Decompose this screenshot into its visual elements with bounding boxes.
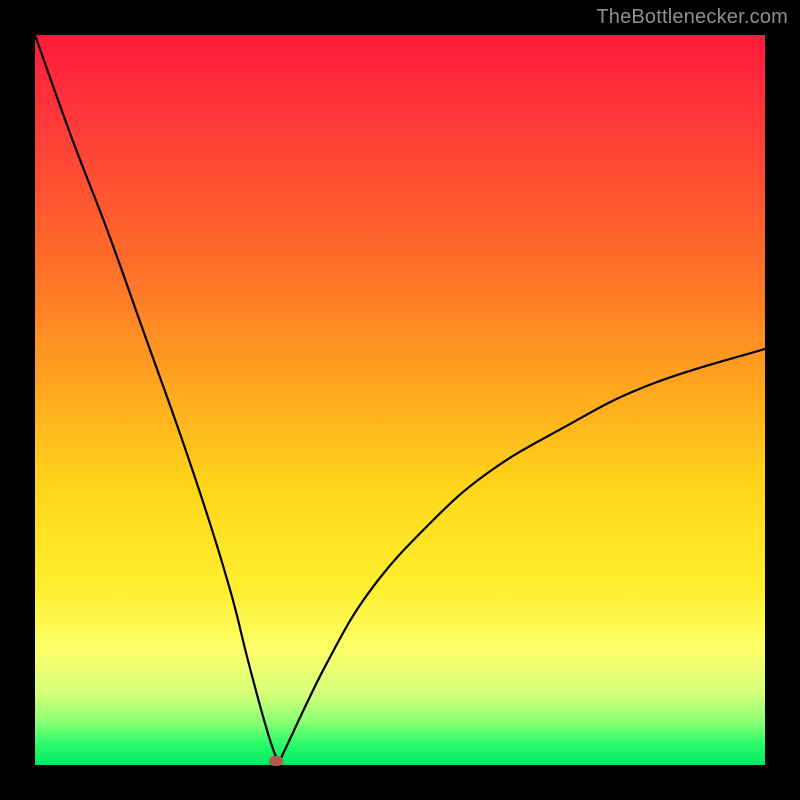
plot-area: [35, 35, 765, 765]
chart-frame: TheBottlenecker.com: [0, 0, 800, 800]
bottleneck-curve: [35, 35, 765, 765]
watermark-label: TheBottlenecker.com: [596, 6, 788, 29]
optimum-marker: [269, 756, 283, 766]
